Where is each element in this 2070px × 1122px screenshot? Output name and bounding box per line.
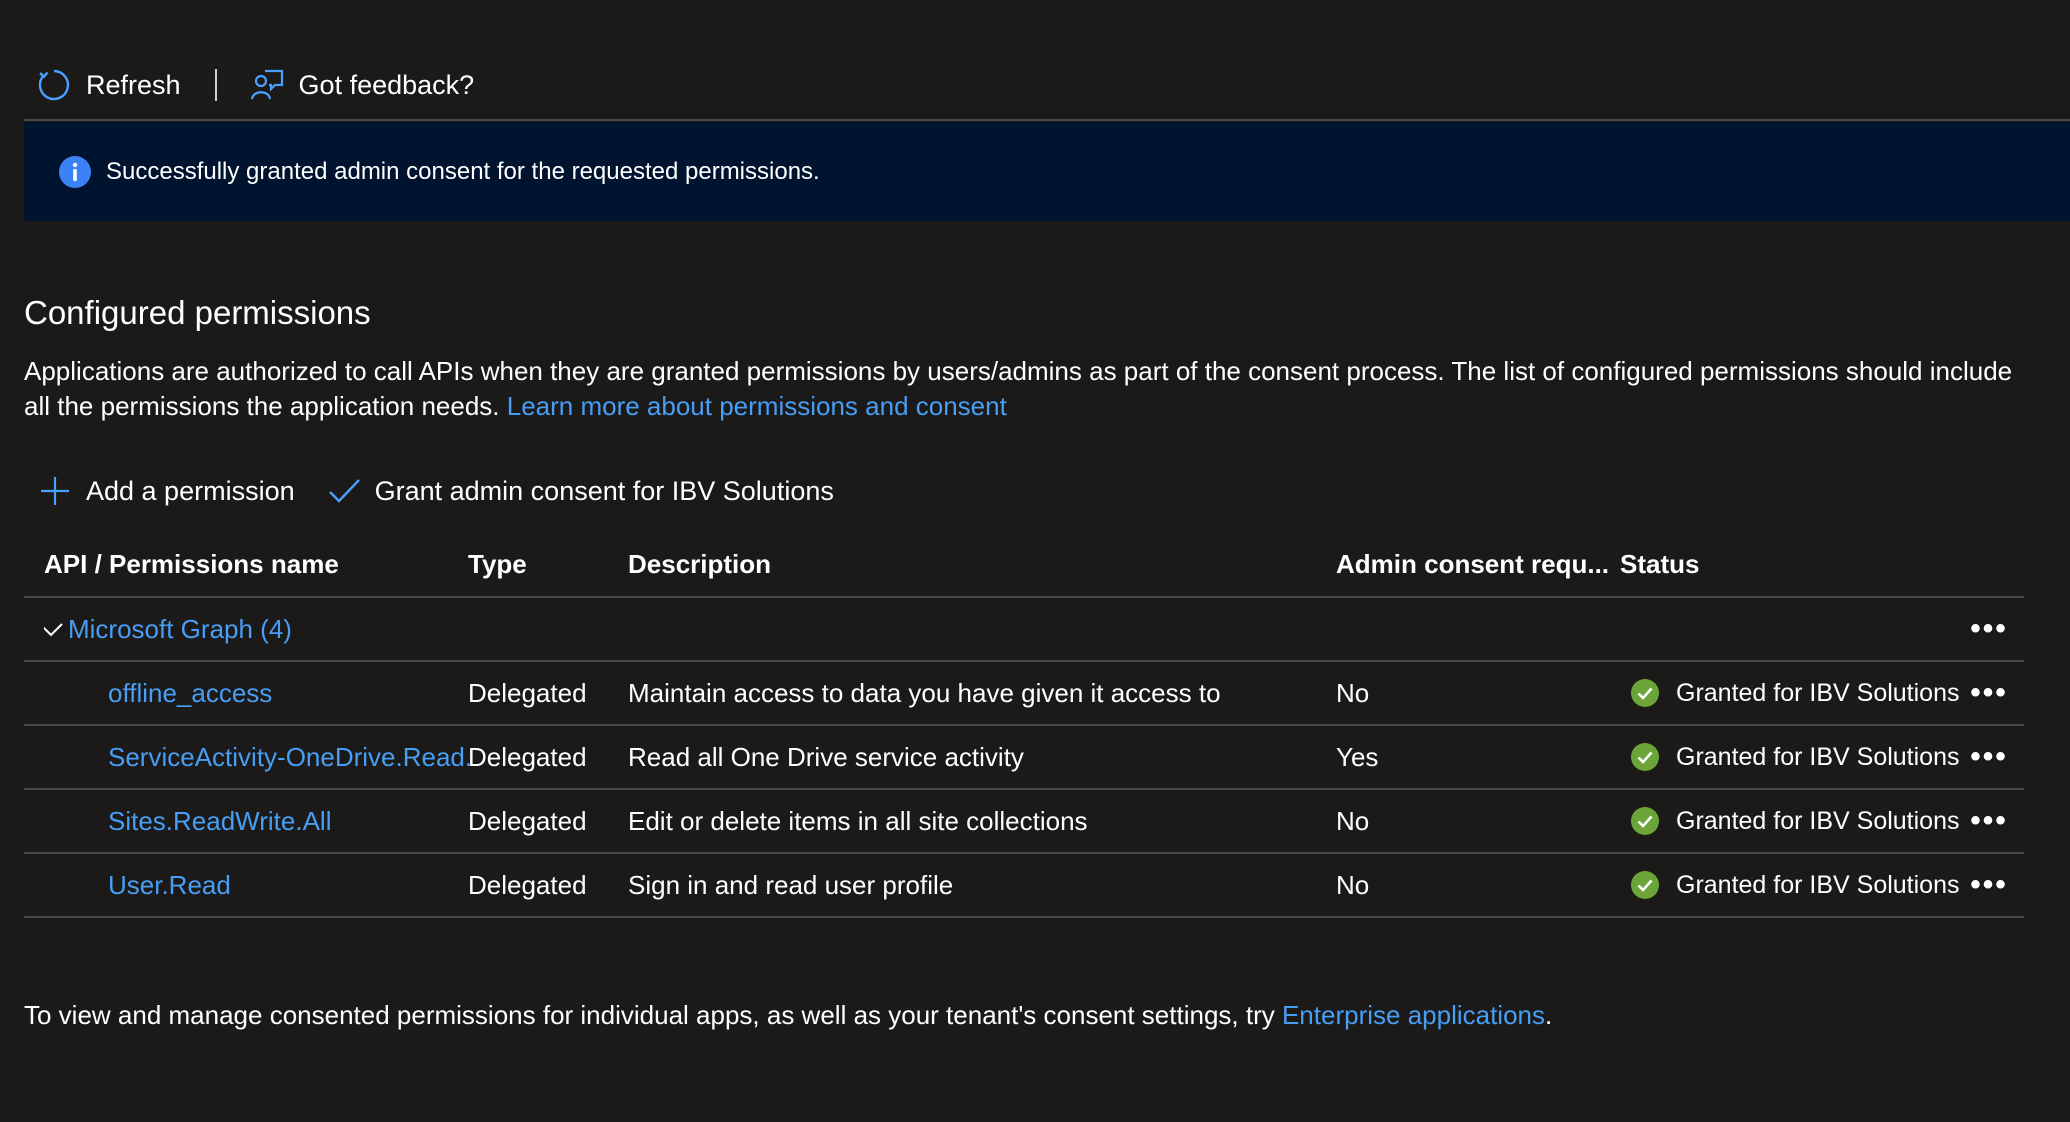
admin-consent-required: Yes (1336, 741, 1379, 772)
success-check-icon (1630, 678, 1660, 708)
column-header-type[interactable]: Type (468, 532, 618, 596)
refresh-icon (36, 67, 72, 103)
banner-message: Successfully granted admin consent for t… (106, 157, 820, 185)
column-header-name[interactable]: API / Permissions name (44, 532, 468, 596)
status-text: Granted for IBV Solutions (1676, 742, 1960, 771)
permission-name-link[interactable]: User.Read (108, 870, 231, 901)
permission-description: Sign in and read user profile (628, 869, 954, 900)
success-banner: Successfully granted admin consent for t… (24, 122, 2070, 221)
column-header-status[interactable]: Status (1620, 532, 1980, 596)
toolbar-divider (24, 119, 2070, 121)
table-row: User.Read Delegated Sign in and read use… (24, 854, 2024, 918)
permission-type: Delegated (468, 677, 587, 708)
permission-type: Delegated (468, 741, 587, 772)
admin-consent-required: No (1336, 677, 1370, 708)
success-check-icon (1630, 806, 1660, 836)
footer-note: To view and manage consented permissions… (24, 1000, 1552, 1031)
table-row: ServiceActivity-OneDrive.Read.A Delegate… (24, 726, 2024, 790)
learn-more-link[interactable]: Learn more about permissions and consent (507, 391, 1007, 421)
feedback-label: Got feedback? (298, 69, 475, 100)
permission-name-link[interactable]: Sites.ReadWrite.All (108, 806, 332, 837)
info-icon (58, 155, 92, 189)
table-header: API / Permissions name Type Description … (24, 532, 2024, 598)
grant-admin-consent-label: Grant admin consent for IBV Solutions (374, 475, 834, 506)
success-check-icon (1630, 742, 1660, 772)
table-row: offline_access Delegated Maintain access… (24, 662, 2024, 726)
more-options-icon[interactable]: ••• (1970, 740, 2008, 774)
add-permission-label: Add a permission (86, 475, 295, 506)
column-header-admin-consent[interactable]: Admin consent requ... (1336, 532, 1616, 596)
toolbar-separator (214, 69, 217, 101)
command-bar: Refresh Got feedback? (24, 58, 484, 112)
status-badge: Granted for IBV Solutions (1620, 662, 1980, 724)
add-permission-button[interactable]: Add a permission (24, 466, 313, 516)
footer-text: To view and manage consented permissions… (24, 1000, 1282, 1030)
chevron-down-icon (44, 614, 66, 644)
status-badge: Granted for IBV Solutions (1620, 790, 1980, 852)
section-description: Applications are authorized to call APIs… (24, 354, 2044, 424)
refresh-button[interactable]: Refresh (24, 58, 191, 112)
permissions-table: API / Permissions name Type Description … (24, 532, 2024, 918)
permission-type: Delegated (468, 805, 587, 836)
more-options-icon[interactable]: ••• (1970, 612, 2008, 646)
status-text: Granted for IBV Solutions (1676, 870, 1960, 899)
more-options-icon[interactable]: ••• (1970, 676, 2008, 710)
permission-type: Delegated (468, 869, 587, 900)
permission-description: Read all One Drive service activity (628, 741, 1024, 772)
admin-consent-required: No (1336, 805, 1370, 836)
admin-consent-required: No (1336, 869, 1370, 900)
feedback-icon (249, 67, 285, 103)
permission-commands: Add a permission Grant admin consent for… (24, 466, 852, 516)
description-text: Applications are authorized to call APIs… (24, 356, 2013, 421)
permission-name-link[interactable]: ServiceActivity-OneDrive.Read.A (108, 742, 472, 773)
plus-icon (38, 474, 72, 508)
checkmark-icon (327, 474, 361, 508)
permission-description: Maintain access to data you have given i… (628, 677, 1221, 708)
more-options-icon[interactable]: ••• (1970, 868, 2008, 902)
grant-admin-consent-button[interactable]: Grant admin consent for IBV Solutions (313, 466, 852, 516)
page-title: Configured permissions (24, 294, 371, 331)
more-options-icon[interactable]: ••• (1970, 804, 2008, 838)
permission-description: Edit or delete items in all site collect… (628, 805, 1088, 836)
table-row: Sites.ReadWrite.All Delegated Edit or de… (24, 790, 2024, 854)
success-check-icon (1630, 870, 1660, 900)
status-text: Granted for IBV Solutions (1676, 678, 1960, 707)
group-more-actions[interactable]: ••• (1964, 598, 2014, 660)
enterprise-applications-link[interactable]: Enterprise applications (1282, 1000, 1545, 1030)
group-toggle[interactable]: Microsoft Graph (4) (44, 598, 468, 660)
refresh-label: Refresh (86, 69, 181, 100)
column-header-description[interactable]: Description (628, 532, 1328, 596)
feedback-button[interactable]: Got feedback? (237, 58, 485, 112)
footer-text-end: . (1545, 1000, 1553, 1030)
group-row-microsoft-graph[interactable]: Microsoft Graph (4) ••• (24, 598, 2024, 662)
status-badge: Granted for IBV Solutions (1620, 726, 1980, 788)
group-label[interactable]: Microsoft Graph (4) (68, 614, 292, 645)
permission-name-link[interactable]: offline_access (108, 678, 272, 709)
status-text: Granted for IBV Solutions (1676, 806, 1960, 835)
status-badge: Granted for IBV Solutions (1620, 854, 1980, 916)
